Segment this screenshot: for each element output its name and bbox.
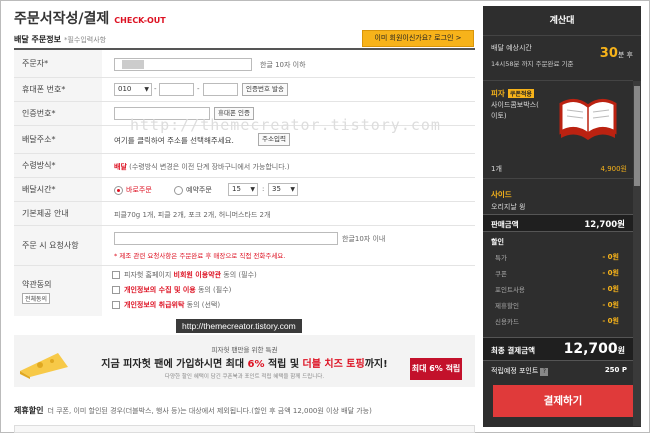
radio-now[interactable] [114, 185, 123, 195]
time-row: 배달시간* 바로주문 예약주문 15 ▼ : 35 ▼ [14, 178, 475, 202]
pay-button[interactable]: 결제하기 [493, 385, 633, 417]
receive-row: 수령방식* 배달 (수령방식 변경은 이전 단계 장바구니에서 가능합니다.) [14, 154, 475, 178]
divider [483, 80, 633, 81]
phone-prefix-select[interactable]: 010 ▼ [114, 83, 152, 96]
address-text[interactable]: 여기를 클릭하여 주소를 선택해주세요. [114, 135, 234, 146]
radio-reserve[interactable] [174, 185, 183, 195]
terms-checkbox[interactable] [112, 286, 120, 294]
option-reserve[interactable]: 예약주문 [174, 185, 212, 195]
terms-label-cell: 약관동의 전체동의 [14, 266, 102, 316]
login-button[interactable]: 이미 회원이신가요? 로그인 > [362, 30, 474, 47]
receive-label: 수령방식* [14, 154, 102, 177]
watermark: http://themecreator.tistory.com [130, 116, 441, 134]
section-heading: 배달 주문정보 *필수입력사항 [14, 34, 106, 45]
page-title: 주문서작성/결제 [14, 11, 110, 27]
calc-title: 계산대 [483, 6, 641, 36]
final-label: 최종 결제금액 [491, 346, 536, 355]
orderer-label: 주문자* [14, 50, 102, 77]
delivery-minutes: 30분 후 [599, 46, 633, 61]
blurred-name [122, 60, 144, 69]
page-header: 주문서작성/결제 CHECK-OUT [14, 8, 166, 28]
discount-row: 제휴할인 - 0원 [495, 301, 619, 310]
phone-row: 휴대폰 번호* 010 ▼ - - 인증번호 발송 [14, 78, 475, 102]
request-input[interactable] [114, 232, 338, 245]
item-qty: 1개 [491, 165, 502, 173]
terms-item[interactable]: 피자헛 홈페이지 비회원 이용약관 동의 (필수) [112, 270, 257, 280]
help-icon[interactable]: ? [540, 368, 549, 376]
coupon-badge: 쿠폰적용 [507, 89, 534, 98]
agree-all-button[interactable]: 전체동의 [22, 292, 51, 304]
points-label: 적립예정 포인트? [491, 366, 549, 376]
terms-item[interactable]: 개인정보의 수집 및 이용 동의 (필수) [112, 285, 231, 295]
orderer-input[interactable] [114, 58, 252, 71]
address-button[interactable]: 주소입력 [258, 133, 290, 146]
hour-select[interactable]: 15 ▼ [228, 183, 258, 196]
orderer-row: 주문자* 한글 10자 이하 [14, 50, 475, 78]
basic-row: 기본제공 안내 피클70g 1개, 피클 2개, 포크 2개, 허니머스타드 2… [14, 202, 475, 226]
final-amount-bar: 최종 결제금액 12,700원 [483, 337, 633, 361]
book-icon [559, 99, 617, 140]
pizza-category: 피자 쿠폰적용 [491, 89, 534, 98]
banner-headline: 지금 피자헛 팬에 가입하시면 최대 6% 적립 및 더블 치즈 토핑까지! [101, 359, 388, 370]
final-value: 12,700원 [563, 341, 625, 357]
points-value: 250 P [604, 366, 627, 374]
receive-method: 배달 [114, 163, 127, 171]
discount-row: 쿠폰 - 0원 [495, 269, 619, 278]
discount-row: 특가 - 0원 [495, 253, 619, 262]
discount-row: 포인트사용 - 0원 [495, 285, 619, 294]
request-note: * 제조 관련 요청사항은 주문완료 후 매장으로 직접 전화주세요. [114, 252, 286, 260]
affiliate-box[interactable] [14, 425, 475, 433]
required-note: *필수입력사항 [63, 36, 107, 44]
auth-label: 인증번호* [14, 102, 102, 125]
affiliate-title: 제휴할인 [14, 406, 44, 415]
delivery-sub: 14시58분 까지 주문완료 기준 [491, 60, 574, 68]
scrollbar-thumb[interactable] [634, 86, 640, 186]
terms-item[interactable]: 개인정보의 취급위탁 동의 (선택) [112, 300, 220, 310]
terms-checkbox[interactable] [112, 301, 120, 309]
promo-banner[interactable]: 피자헛 팬만을 위한 특권 지금 피자헛 팬에 가입하시면 최대 6% 적립 및… [14, 335, 475, 387]
url-tooltip: http://themecreator.tistory.com [176, 319, 302, 333]
address-label: 배달주소* [14, 126, 102, 153]
time-label: 배달시간* [14, 178, 102, 201]
calc-panel: 계산대 배달 예상시간 14시58분 까지 주문완료 기준 30분 후 피자 쿠폰… [483, 6, 641, 427]
request-hint: 한글10자 이내 [342, 235, 386, 243]
send-code-button[interactable]: 인증번호 발송 [242, 83, 288, 96]
side-category: 사이드 [491, 190, 512, 199]
terms-label: 약관동의 [22, 279, 52, 289]
basic-text: 피클70g 1개, 피클 2개, 포크 2개, 허니머스타드 2개 [114, 211, 271, 219]
basic-label: 기본제공 안내 [14, 202, 102, 225]
page-subtitle: CHECK-OUT [114, 16, 166, 25]
receive-note: (수령방식 변경은 이전 단계 장바구니에서 가능합니다.) [129, 163, 290, 171]
option-now[interactable]: 바로주문 [114, 185, 152, 195]
pizza-name: 사이드콤보박스(이토) [491, 101, 539, 120]
side-name: 오리지날 윙 [491, 203, 526, 211]
discount-label: 할인 [491, 238, 504, 246]
phone-label: 휴대폰 번호* [14, 78, 102, 101]
terms-checkbox[interactable] [112, 271, 120, 279]
divider [483, 178, 633, 179]
phone-last-input[interactable] [203, 83, 238, 96]
sale-value: 12,700원 [584, 220, 625, 230]
terms-row: 약관동의 전체동의 피자헛 홈페이지 비회원 이용약관 동의 (필수) 개인정보… [14, 266, 475, 316]
orderer-hint: 한글 10자 이하 [260, 61, 306, 69]
section-title: 배달 주문정보 [14, 35, 61, 44]
affiliate-section: 제휴할인 더 쿠폰, 이미 할인된 경우(더블박스, 행사 등)는 대상에서 제외… [14, 405, 372, 416]
request-label: 주문 시 요청사항 [14, 226, 102, 265]
phone-middle-input[interactable] [159, 83, 194, 96]
banner-line3: 다양한 할인 혜택이 담긴 쿠폰북과 포인트 적립 혜택을 함께 드립니다. [164, 374, 325, 380]
affiliate-text: 더 쿠폰, 이미 할인된 경우(더블박스, 행사 등)는 대상에서 제외됩니다.… [47, 407, 372, 415]
request-row: 주문 시 요청사항 한글10자 이내 * 제조 관련 요청사항은 주문완료 후 … [14, 226, 475, 266]
discount-row: 신용카드 - 0원 [495, 317, 619, 326]
item-price: 4,900원 [600, 165, 627, 173]
banner-line1: 피자헛 팬만을 위한 특권 [211, 346, 278, 354]
ticket-badge: 최대 6% 적립 [410, 358, 462, 380]
sale-amount-bar: 판매금액 12,700원 [483, 214, 633, 232]
minute-select[interactable]: 35 ▼ [268, 183, 298, 196]
sale-label: 판매금액 [491, 220, 519, 229]
delivery-label: 배달 예상시간 [491, 44, 532, 52]
